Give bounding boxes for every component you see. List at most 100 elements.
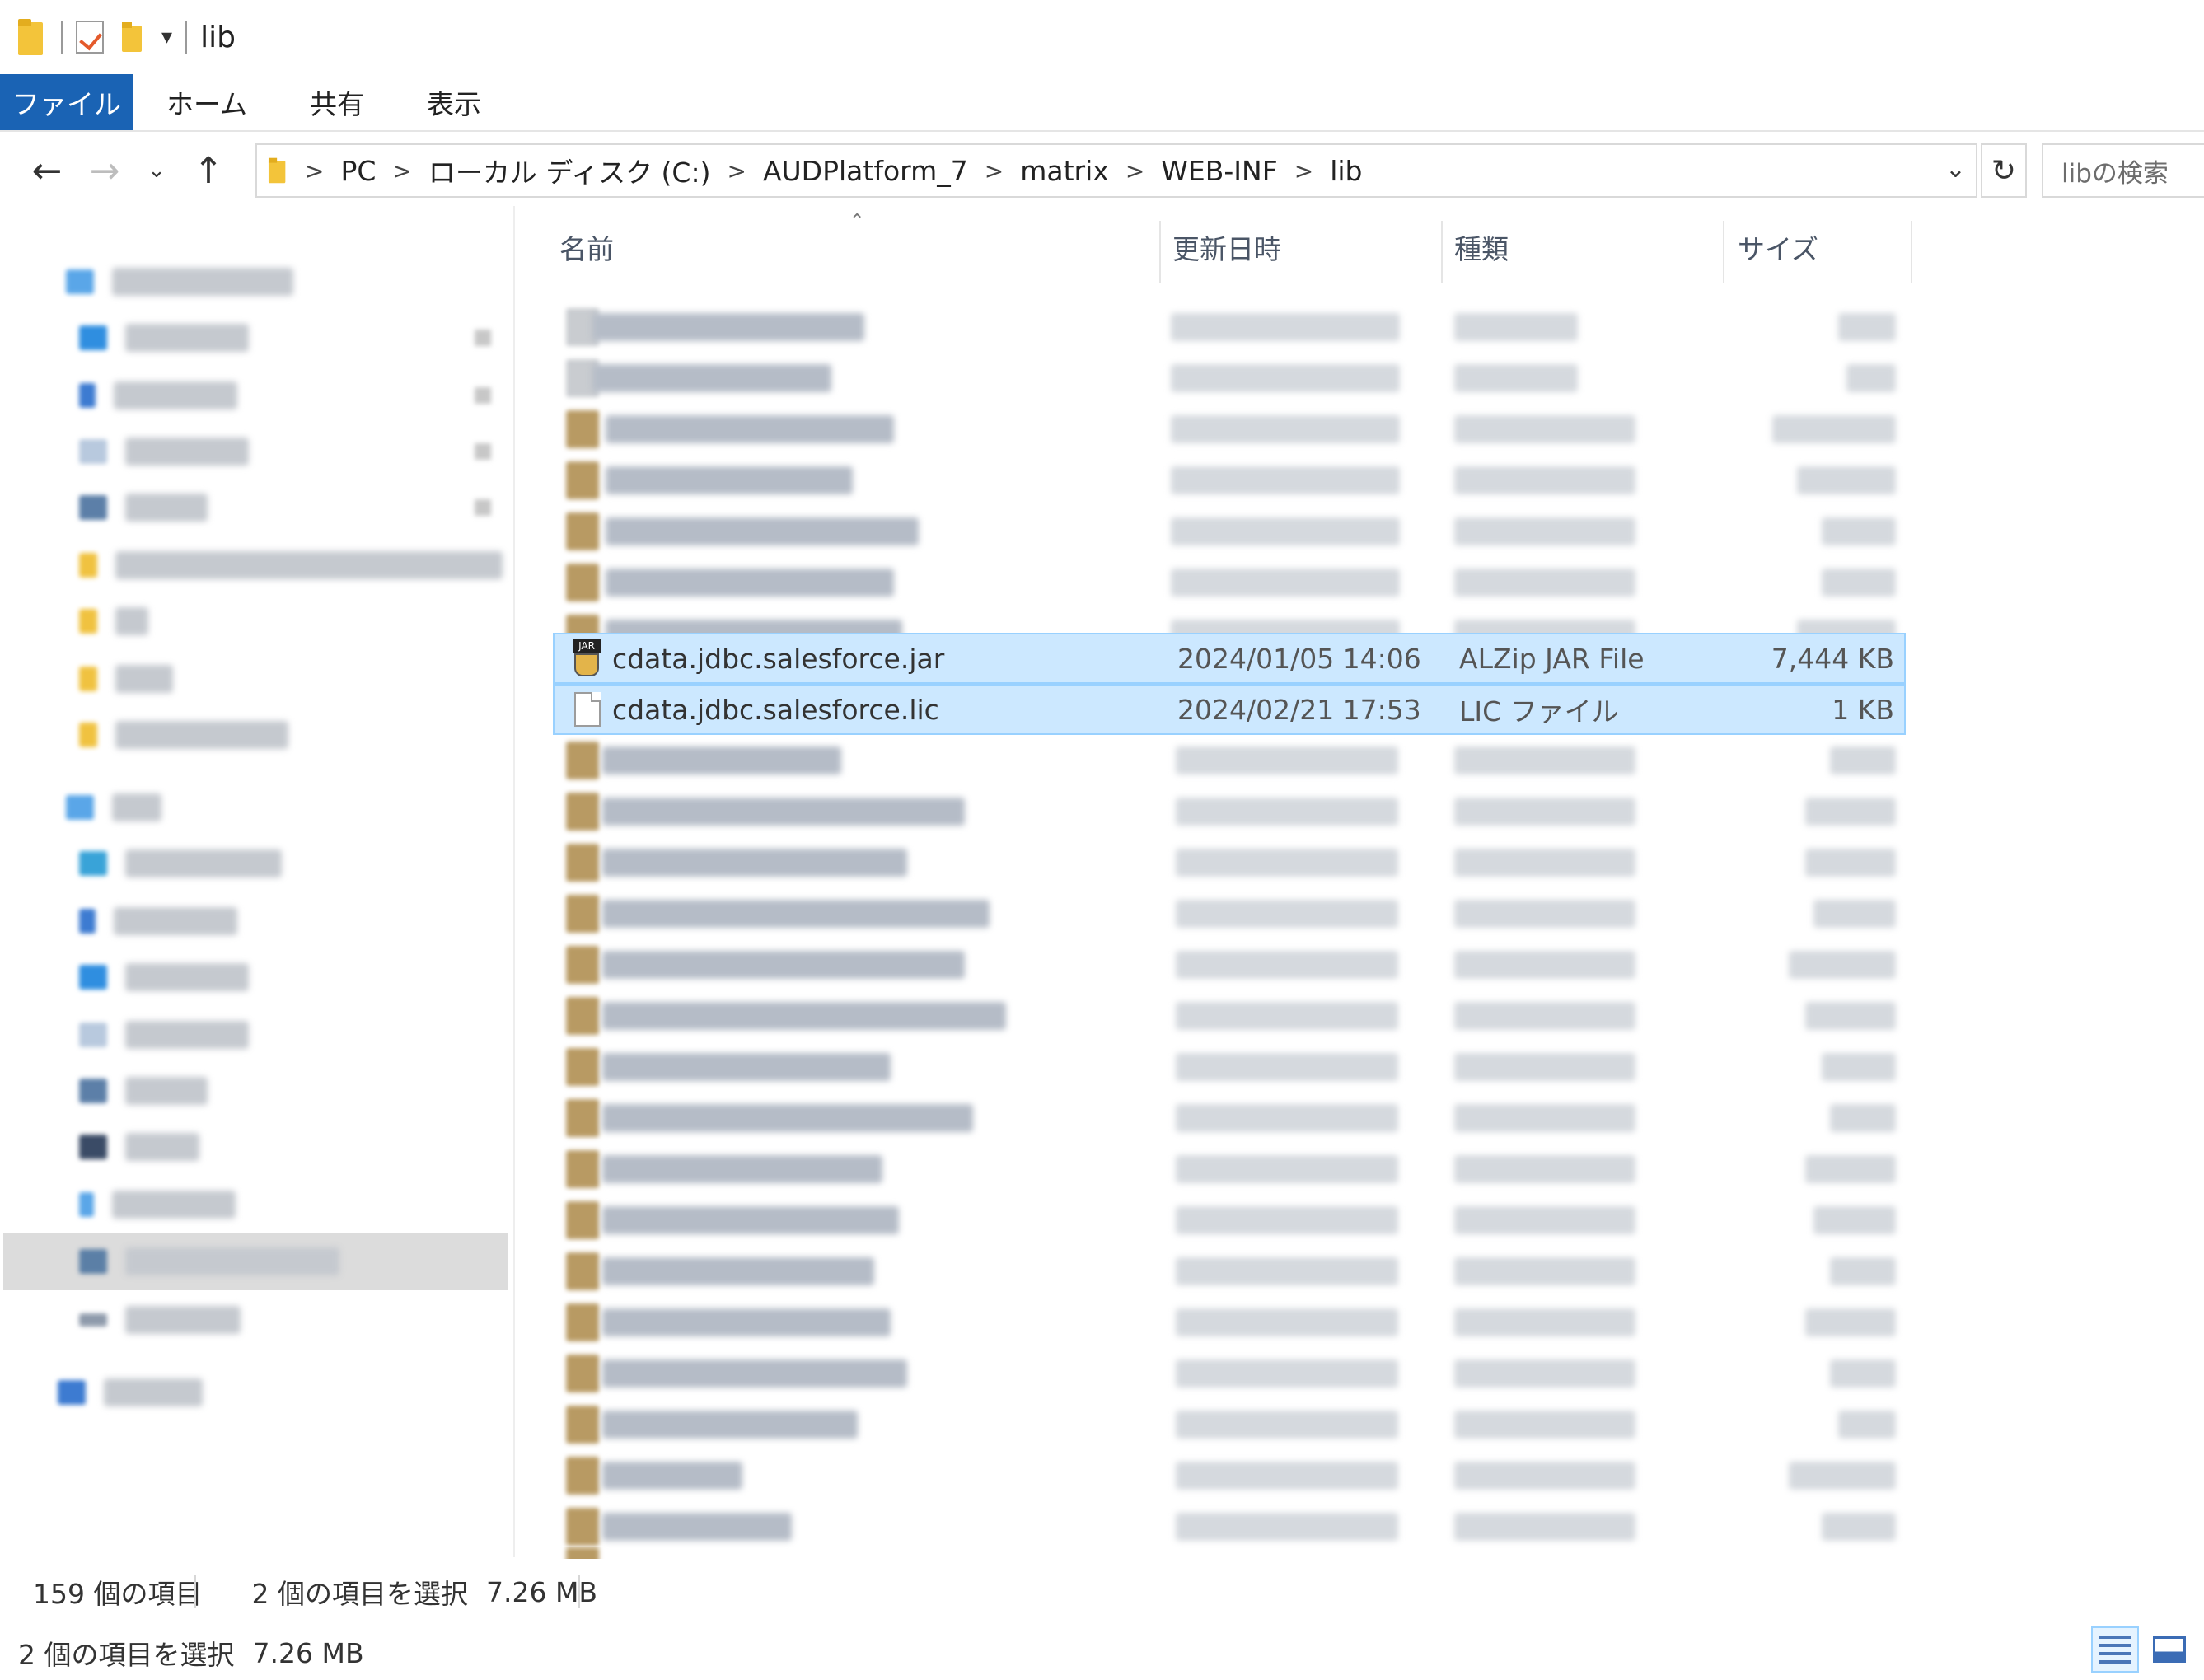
file-row[interactable]	[553, 455, 1906, 506]
file-row[interactable]	[553, 888, 1906, 939]
breadcrumb-pc[interactable]: PC	[340, 155, 376, 187]
tab-view[interactable]: 表示	[395, 74, 512, 130]
breadcrumb-web-inf[interactable]: WEB-INF	[1161, 155, 1277, 187]
blurred-date	[1176, 746, 1398, 774]
blurred-label	[125, 1247, 339, 1275]
file-row[interactable]	[553, 1297, 1906, 1348]
folder-icon	[79, 667, 97, 691]
file-row[interactable]	[553, 557, 1906, 608]
toolbar-divider	[61, 21, 63, 54]
blurred-size	[1830, 1257, 1896, 1285]
file-row[interactable]	[553, 1501, 1906, 1552]
nav-item[interactable]	[79, 1183, 236, 1226]
tab-home[interactable]: ホーム	[133, 74, 278, 130]
nav-item-quick-access[interactable]	[66, 260, 293, 303]
nav-item[interactable]	[79, 1125, 199, 1168]
forward-arrow-icon[interactable]: →	[76, 140, 133, 201]
breadcrumb-chevron-icon[interactable]: >	[1294, 157, 1313, 185]
back-arrow-icon[interactable]: ←	[18, 140, 76, 201]
large-icons-view-button[interactable]	[2146, 1626, 2193, 1673]
breadcrumb-local-disk[interactable]: ローカル ディスク (C:)	[428, 151, 711, 190]
new-folder-icon[interactable]	[122, 22, 143, 52]
nav-item[interactable]	[79, 842, 282, 885]
file-row[interactable]	[553, 1041, 1906, 1093]
jar-file-icon	[566, 1508, 599, 1546]
file-row[interactable]	[553, 1399, 1906, 1450]
tab-share[interactable]: 共有	[278, 74, 395, 130]
nav-item[interactable]	[79, 1013, 249, 1056]
blurred-name	[602, 1411, 858, 1439]
folder-icon	[79, 553, 97, 578]
file-row[interactable]	[553, 837, 1906, 888]
file-row[interactable]	[553, 1093, 1906, 1144]
column-header-type[interactable]: 種類	[1454, 206, 1718, 288]
file-row[interactable]	[553, 939, 1906, 990]
file-row[interactable]	[553, 1348, 1906, 1399]
blurred-size	[1789, 951, 1896, 979]
pin-icon	[475, 387, 491, 404]
nav-item-network[interactable]	[58, 1371, 203, 1414]
customize-toolbar-dropdown-icon[interactable]: ▾	[161, 25, 172, 49]
nav-item[interactable]	[79, 1299, 241, 1341]
nav-item[interactable]	[79, 714, 288, 756]
file-row[interactable]	[553, 506, 1906, 557]
breadcrumb-chevron-icon[interactable]: >	[727, 157, 746, 185]
recent-locations-chevron-icon[interactable]: ⌄	[133, 140, 180, 201]
file-row[interactable]	[553, 735, 1906, 786]
nav-item-local-disk[interactable]	[3, 1233, 508, 1290]
blurred-type	[1454, 951, 1635, 979]
picture-icon	[79, 495, 107, 520]
nav-item[interactable]	[79, 600, 148, 643]
file-row-cdata-lic[interactable]: cdata.jdbc.salesforce.lic 2024/02/21 17:…	[553, 684, 1906, 735]
search-input[interactable]: libの検索	[2042, 143, 2204, 198]
breadcrumb-chevron-icon[interactable]: >	[305, 157, 324, 185]
file-row[interactable]	[553, 786, 1906, 837]
tab-file[interactable]: ファイル	[0, 74, 133, 130]
file-row[interactable]	[553, 1144, 1906, 1195]
up-arrow-icon[interactable]: ↑	[180, 140, 237, 201]
file-row[interactable]	[553, 302, 1906, 353]
nav-item[interactable]	[79, 316, 249, 359]
column-header-name[interactable]: 名前 ⌃	[559, 206, 1159, 288]
nav-item[interactable]	[79, 486, 208, 529]
pc-icon	[66, 795, 94, 820]
nav-item-pc[interactable]	[66, 786, 161, 829]
breadcrumb-chevron-icon[interactable]: >	[1125, 157, 1144, 185]
breadcrumb-matrix[interactable]: matrix	[1020, 155, 1109, 187]
properties-icon[interactable]	[76, 21, 104, 54]
file-row[interactable]	[553, 404, 1906, 455]
details-view-button[interactable]	[2091, 1626, 2139, 1673]
nav-item[interactable]	[79, 544, 503, 587]
nav-item[interactable]	[79, 1069, 208, 1112]
file-row[interactable]	[553, 1195, 1906, 1246]
blurred-date	[1176, 951, 1398, 979]
breadcrumb-audplatform[interactable]: AUDPlatform_7	[763, 155, 968, 187]
file-row[interactable]	[553, 1450, 1906, 1501]
file-row[interactable]	[553, 990, 1906, 1041]
nav-item[interactable]	[79, 900, 237, 943]
address-bar[interactable]: > PC > ローカル ディスク (C:) > AUDPlatform_7 > …	[255, 143, 1977, 198]
column-header-date[interactable]: 更新日時	[1172, 206, 1436, 288]
address-dropdown-icon[interactable]: ⌄	[1945, 155, 1966, 184]
file-row[interactable]	[553, 353, 1906, 404]
blurred-size	[1813, 1206, 1896, 1234]
file-row-cdata-jar[interactable]: JAR cdata.jdbc.salesforce.jar 2024/01/05…	[553, 633, 1906, 684]
blurred-name	[602, 1104, 973, 1132]
nav-item[interactable]	[79, 374, 237, 417]
column-header-size[interactable]: サイズ	[1738, 206, 1902, 288]
breadcrumb-lib[interactable]: lib	[1330, 155, 1362, 187]
breadcrumb-chevron-icon[interactable]: >	[392, 157, 411, 185]
blurred-name	[606, 466, 853, 494]
blurred-size	[1830, 746, 1896, 774]
nav-item[interactable]	[79, 430, 249, 473]
file-row[interactable]	[553, 1246, 1906, 1297]
nav-item[interactable]	[79, 657, 173, 700]
file-row[interactable]	[553, 1547, 1906, 1559]
breadcrumb-chevron-icon[interactable]: >	[985, 157, 1004, 185]
blurred-label	[112, 1191, 236, 1219]
refresh-icon[interactable]: ↻	[1981, 143, 2027, 198]
jar-file-icon	[566, 1048, 599, 1086]
nav-item[interactable]	[79, 956, 249, 999]
blurred-label	[114, 381, 237, 409]
file-date: 2024/01/05 14:06	[1177, 642, 1421, 675]
